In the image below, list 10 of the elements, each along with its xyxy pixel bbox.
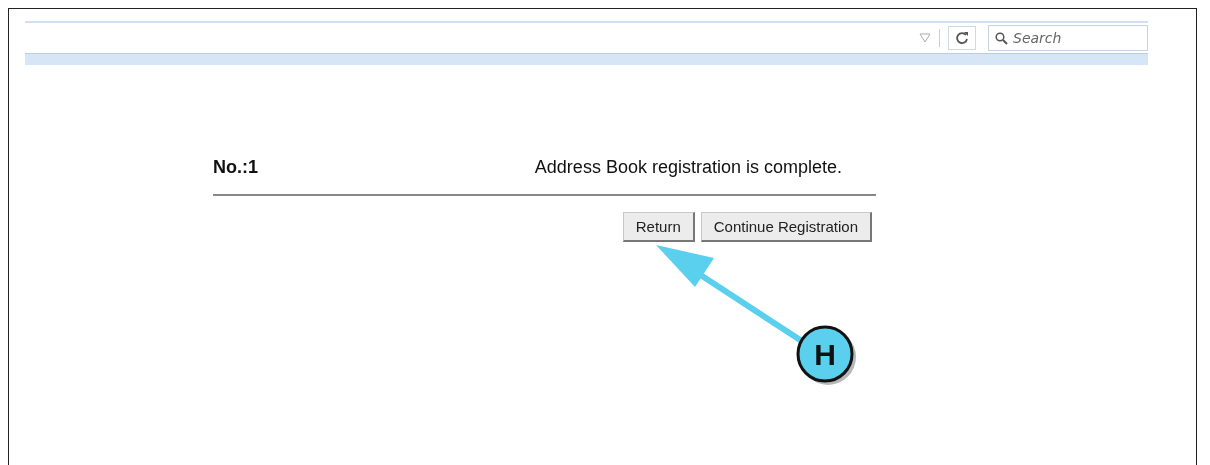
search-icon xyxy=(995,32,1008,45)
callout-marker xyxy=(796,325,856,385)
callout-label: H xyxy=(814,338,836,371)
reload-button[interactable] xyxy=(948,26,976,50)
completion-message: Address Book registration is complete. xyxy=(534,157,842,178)
continue-button[interactable]: Continue Registration xyxy=(700,212,872,242)
search-field[interactable]: Search xyxy=(988,25,1148,51)
return-button[interactable]: Return xyxy=(622,212,695,242)
reload-icon xyxy=(955,31,969,45)
registration-number: No.:1 xyxy=(213,157,258,178)
